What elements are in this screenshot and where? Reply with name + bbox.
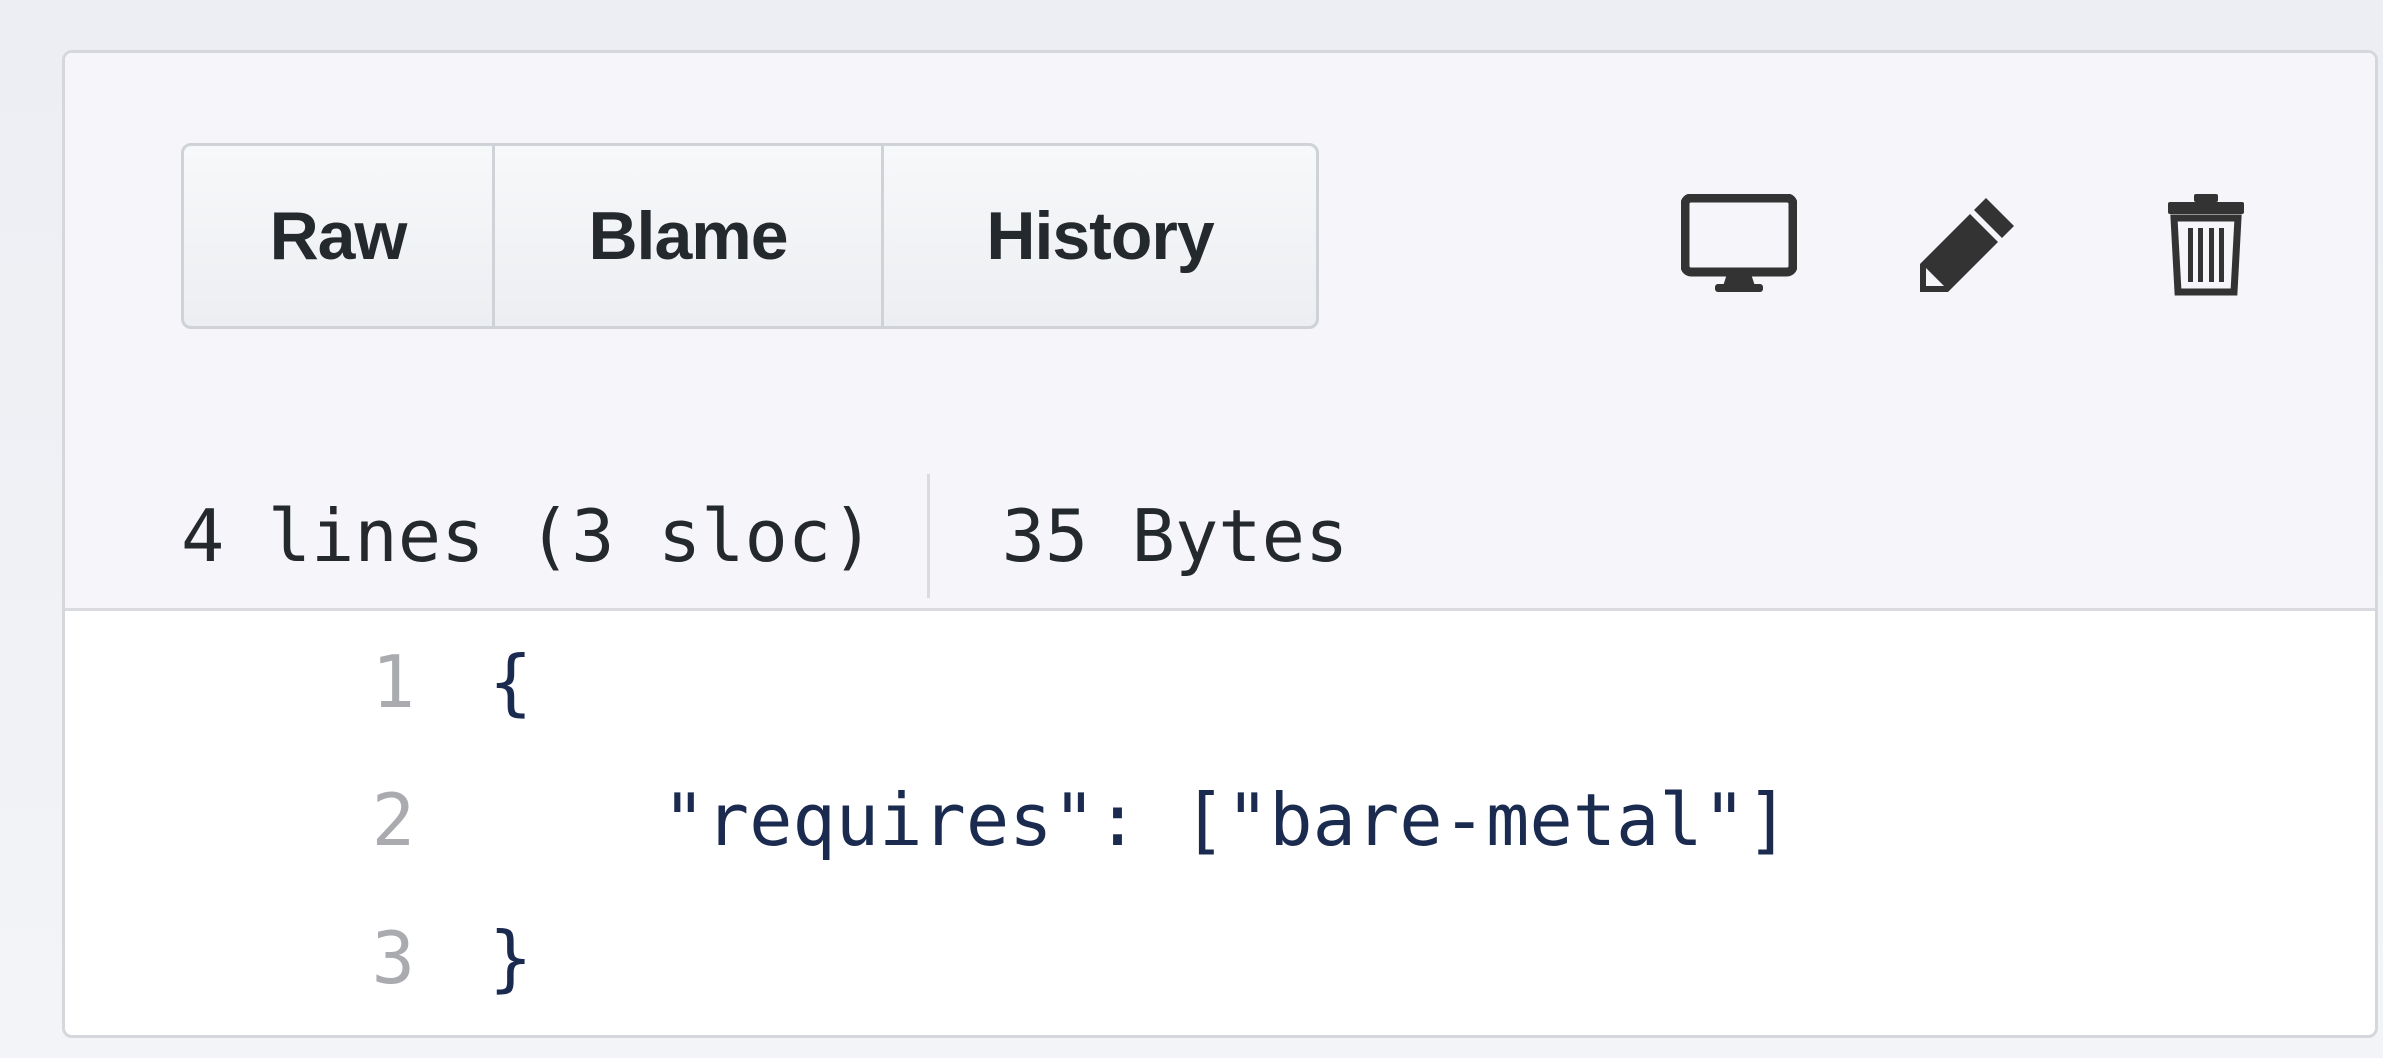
code-line: 2 "requires": ["bare-metal"]	[65, 751, 2375, 889]
code-text: "requires": ["bare-metal"]	[489, 778, 1790, 862]
code-block: 1 { 2 "requires": ["bare-metal"] 3 }	[65, 613, 2375, 1027]
code-text: }	[489, 916, 533, 1000]
file-info: 4 lines (3 sloc) 35 Bytes	[181, 471, 1348, 601]
file-actions-button-group: Raw Blame History	[181, 143, 1319, 329]
code-text: {	[489, 640, 533, 724]
line-number[interactable]: 3	[235, 916, 415, 1000]
desktop-icon[interactable]	[1659, 179, 1819, 309]
pencil-icon[interactable]	[1903, 179, 2033, 309]
trash-icon[interactable]	[2151, 179, 2261, 309]
history-button[interactable]: History	[884, 146, 1316, 326]
code-line: 1 {	[65, 613, 2375, 751]
file-header: Raw Blame History 4 lines (3 sloc) 35 By…	[65, 53, 2375, 611]
code-line: 3 }	[65, 889, 2375, 1027]
line-number[interactable]: 2	[235, 778, 415, 862]
line-number[interactable]: 1	[235, 640, 415, 724]
line-count: 4 lines (3 sloc)	[181, 494, 875, 578]
raw-button[interactable]: Raw	[184, 146, 495, 326]
file-size: 35 Bytes	[1001, 494, 1349, 578]
blame-button[interactable]: Blame	[495, 146, 884, 326]
file-viewer: Raw Blame History 4 lines (3 sloc) 35 By…	[62, 50, 2378, 1038]
